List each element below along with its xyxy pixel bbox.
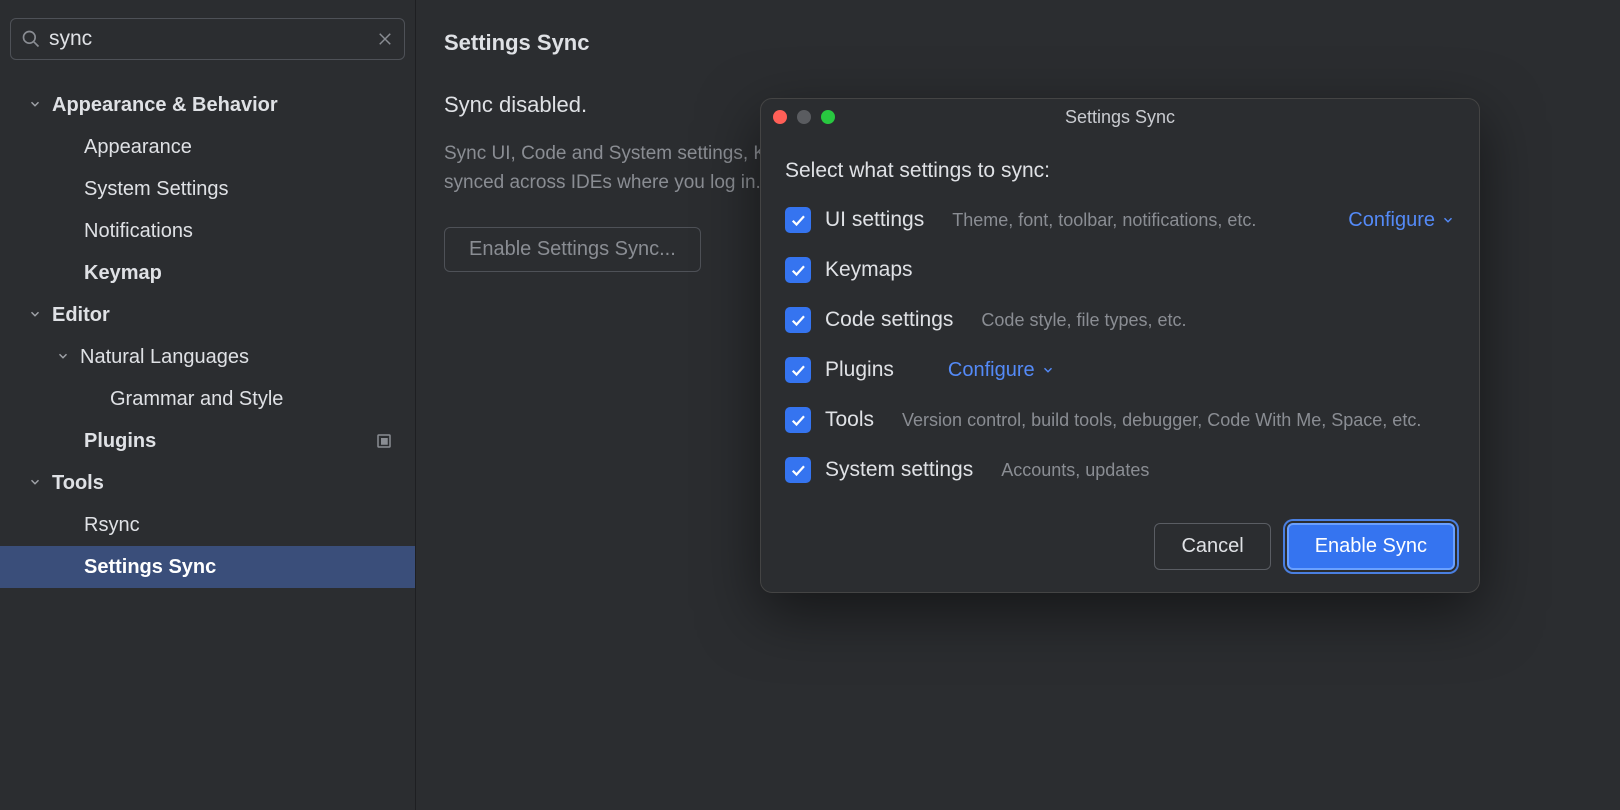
- tree-item-grammar-and-style[interactable]: Grammar and Style: [0, 378, 415, 420]
- close-window-icon[interactable]: [773, 110, 787, 124]
- tree-item-keymap[interactable]: Keymap: [0, 252, 415, 294]
- option-hint: Code style, file types, etc.: [981, 310, 1186, 331]
- option-label: Tools: [825, 408, 874, 432]
- option-hint: Version control, build tools, debugger, …: [902, 410, 1421, 431]
- open-external-icon: [375, 432, 393, 450]
- checkbox[interactable]: [785, 407, 811, 433]
- option-label: Code settings: [825, 308, 953, 332]
- sync-option-keymaps: Keymaps: [785, 257, 1455, 283]
- enable-settings-sync-button[interactable]: Enable Settings Sync...: [444, 227, 701, 272]
- configure-link[interactable]: Configure: [1348, 209, 1455, 232]
- cancel-button[interactable]: Cancel: [1154, 523, 1270, 570]
- tree-item-label: Appearance & Behavior: [52, 94, 415, 117]
- option-hint: Accounts, updates: [1001, 460, 1149, 481]
- page-title: Settings Sync: [444, 30, 1592, 56]
- tree-item-label: Notifications: [84, 220, 415, 243]
- dialog-title: Settings Sync: [761, 107, 1479, 128]
- tree-item-label: Plugins: [84, 430, 375, 453]
- chevron-down-icon[interactable]: [28, 94, 52, 117]
- option-hint: Theme, font, toolbar, notifications, etc…: [952, 210, 1256, 231]
- tree-item-appearance-behavior[interactable]: Appearance & Behavior: [0, 84, 415, 126]
- tree-item-label: Keymap: [84, 262, 415, 285]
- tree-item-appearance[interactable]: Appearance: [0, 126, 415, 168]
- tree-item-label: Settings Sync: [84, 556, 415, 579]
- tree-item-label: Natural Languages: [80, 346, 415, 369]
- tree-item-editor[interactable]: Editor: [0, 294, 415, 336]
- clear-search-icon[interactable]: [376, 30, 394, 48]
- checkbox[interactable]: [785, 207, 811, 233]
- checkbox[interactable]: [785, 357, 811, 383]
- dialog-buttons: Cancel Enable Sync: [761, 513, 1479, 592]
- zoom-window-icon[interactable]: [821, 110, 835, 124]
- tree-item-settings-sync[interactable]: Settings Sync: [0, 546, 415, 588]
- search-box[interactable]: [10, 18, 405, 60]
- checkbox[interactable]: [785, 307, 811, 333]
- tree-item-label: Tools: [52, 472, 415, 495]
- checkbox[interactable]: [785, 457, 811, 483]
- chevron-down-icon[interactable]: [28, 304, 52, 327]
- settings-tree: Appearance & Behavior Appearance System Se…: [0, 72, 415, 810]
- tree-item-tools[interactable]: Tools: [0, 462, 415, 504]
- option-label: UI settings: [825, 208, 924, 232]
- tree-item-rsync[interactable]: Rsync: [0, 504, 415, 546]
- tree-item-label: Grammar and Style: [110, 388, 415, 411]
- search-wrap: [0, 0, 415, 72]
- search-icon: [21, 29, 41, 49]
- settings-sync-dialog: Settings Sync Select what settings to sy…: [760, 98, 1480, 593]
- sync-option-plugins: Plugins Configure: [785, 357, 1455, 383]
- tree-item-label: Editor: [52, 304, 415, 327]
- minimize-window-icon: [797, 110, 811, 124]
- tree-item-notifications[interactable]: Notifications: [0, 210, 415, 252]
- tree-item-natural-languages[interactable]: Natural Languages: [0, 336, 415, 378]
- chevron-down-icon[interactable]: [56, 346, 80, 369]
- tree-item-label: Rsync: [84, 514, 415, 537]
- search-input[interactable]: [49, 27, 376, 51]
- option-label: Plugins: [825, 358, 894, 382]
- sync-option-tools: Tools Version control, build tools, debug…: [785, 407, 1455, 433]
- configure-link[interactable]: Configure: [948, 359, 1055, 382]
- tree-item-plugins[interactable]: Plugins: [0, 420, 415, 462]
- enable-sync-button[interactable]: Enable Sync: [1287, 523, 1455, 570]
- option-label: Keymaps: [825, 258, 913, 282]
- checkbox[interactable]: [785, 257, 811, 283]
- dialog-body: Select what settings to sync: UI setting…: [761, 135, 1479, 513]
- chevron-down-icon[interactable]: [28, 472, 52, 495]
- sync-option-ui-settings: UI settings Theme, font, toolbar, notific…: [785, 207, 1455, 233]
- window-controls: [773, 110, 835, 124]
- tree-item-label: System Settings: [84, 178, 415, 201]
- sync-option-system-settings: System settings Accounts, updates: [785, 457, 1455, 483]
- option-label: System settings: [825, 458, 973, 482]
- tree-item-label: Appearance: [84, 136, 415, 159]
- dialog-heading: Select what settings to sync:: [785, 159, 1455, 183]
- sync-option-code-settings: Code settings Code style, file types, etc…: [785, 307, 1455, 333]
- dialog-titlebar: Settings Sync: [761, 99, 1479, 135]
- tree-item-system-settings[interactable]: System Settings: [0, 168, 415, 210]
- settings-sidebar: Appearance & Behavior Appearance System Se…: [0, 0, 416, 810]
